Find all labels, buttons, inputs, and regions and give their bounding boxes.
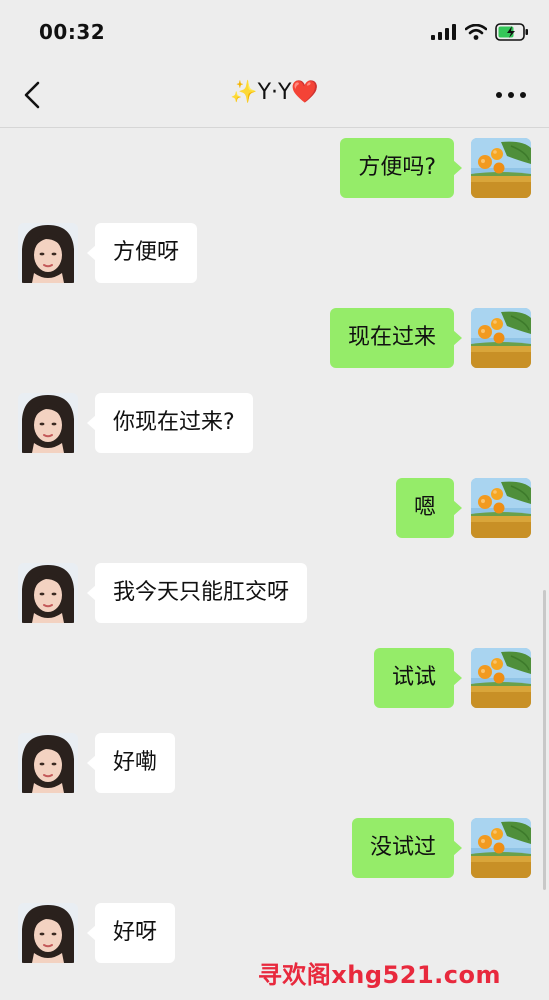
message-bubble[interactable]: 现在过来 xyxy=(329,308,463,368)
message-sent: 没试过 xyxy=(0,818,549,878)
contact-avatar[interactable] xyxy=(18,393,78,453)
wifi-icon xyxy=(465,24,487,40)
message-bubble[interactable]: 试试 xyxy=(373,648,463,708)
message-bubble[interactable]: 嗯 xyxy=(395,478,463,538)
chat-title: ✨Y·Y❤️ xyxy=(230,80,319,105)
message-sent: 现在过来 xyxy=(0,308,549,368)
message-bubble[interactable]: 好嘞 xyxy=(86,733,176,793)
message-received: 好嘞 xyxy=(0,733,549,793)
message-received: 你现在过来? xyxy=(0,393,549,453)
my-avatar[interactable] xyxy=(471,818,531,878)
message-bubble[interactable]: 方便吗? xyxy=(340,138,462,198)
watermark: 寻欢阁xhg521.com xyxy=(257,961,501,989)
signal-icon xyxy=(431,24,456,40)
my-avatar[interactable] xyxy=(471,648,531,708)
message-bubble[interactable]: 没试过 xyxy=(351,818,463,878)
my-avatar[interactable] xyxy=(471,138,531,198)
chat-area[interactable]: 方便吗? 方便呀 现在过来 你现在过来? 嗯 我今天只能肛交呀 试试 好嘞 没试… xyxy=(0,128,549,1000)
more-button[interactable] xyxy=(493,84,529,106)
message-sent: 试试 xyxy=(0,648,549,708)
message-bubble[interactable]: 好呀 xyxy=(86,903,176,963)
contact-avatar[interactable] xyxy=(18,223,78,283)
message-sent: 方便吗? xyxy=(0,138,549,198)
message-sent: 嗯 xyxy=(0,478,549,538)
more-dots-icon xyxy=(496,92,526,98)
contact-avatar[interactable] xyxy=(18,903,78,963)
message-bubble[interactable]: 你现在过来? xyxy=(87,393,253,453)
status-time: 00:32 xyxy=(39,20,106,44)
contact-avatar[interactable] xyxy=(18,563,78,623)
battery-charging-icon xyxy=(495,23,528,41)
my-avatar[interactable] xyxy=(471,478,531,538)
message-bubble[interactable]: 我今天只能肛交呀 xyxy=(86,563,308,623)
my-avatar[interactable] xyxy=(471,308,531,368)
message-bubble[interactable]: 方便呀 xyxy=(86,223,198,283)
contact-avatar[interactable] xyxy=(18,733,78,793)
message-received: 好呀 xyxy=(0,903,549,963)
message-received: 方便呀 xyxy=(0,223,549,283)
scroll-indicator xyxy=(543,590,546,890)
message-received: 我今天只能肛交呀 xyxy=(0,563,549,623)
status-icons xyxy=(431,20,529,44)
status-bar: 00:32 xyxy=(0,0,549,62)
nav-bar: ✨Y·Y❤️ xyxy=(0,62,549,128)
